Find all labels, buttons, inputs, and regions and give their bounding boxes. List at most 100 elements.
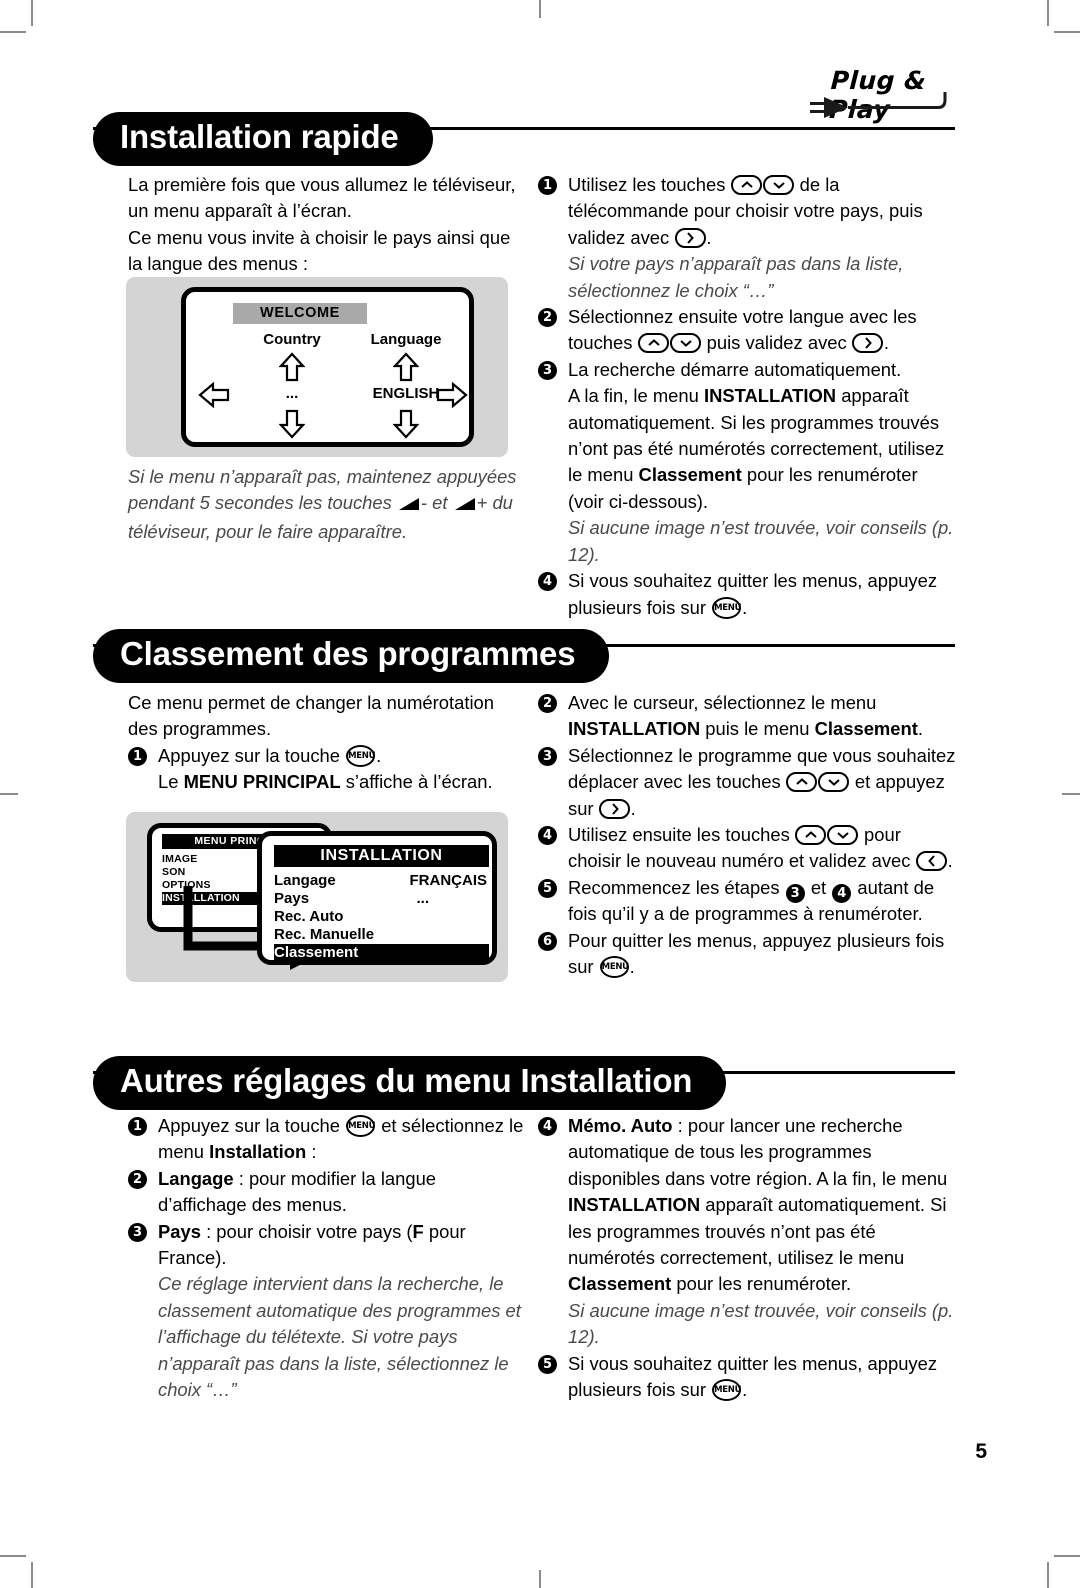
cursor-right-key-icon[interactable] <box>852 333 884 354</box>
step-note: Si aucune image n’est trouvée, voir cons… <box>568 1299 954 1348</box>
arrow-down-country-icon <box>279 409 305 439</box>
menu-key-icon[interactable]: MENU <box>346 1115 375 1137</box>
crop-mark-top-left-h <box>0 31 26 33</box>
step-note: Si aucune image n’est trouvée, voir cons… <box>568 517 954 565</box>
menu-key-icon[interactable]: MENU <box>346 744 375 767</box>
cursor-right-key-icon[interactable] <box>674 227 706 248</box>
menu-key-icon[interactable]: MENU <box>712 596 741 619</box>
menu-name-classement: Classement <box>638 464 742 486</box>
crop-mark-right-center <box>1062 793 1080 795</box>
arrow-left-icon <box>198 382 230 408</box>
menu-name-installation: Installation <box>209 1141 307 1163</box>
crop-mark-top-center <box>539 0 541 18</box>
step-text-a: Appuyez sur la touche <box>158 1115 346 1136</box>
step-number: 1 <box>538 176 557 195</box>
cursor-down-key-icon[interactable] <box>818 772 850 793</box>
row-label: Langage <box>274 872 336 889</box>
step-text-a: : pour choisir votre pays ( <box>200 1220 413 1242</box>
step-text-c: . <box>947 850 953 872</box>
step-text-a: Utilisez les touches <box>568 174 731 195</box>
step-number: 5 <box>538 878 557 898</box>
step-item: 6 Pour quitter les menus, appuyez plusie… <box>538 928 958 981</box>
menu-name-installation: INSTALLATION <box>568 718 701 740</box>
menu-key-icon[interactable]: MENU <box>599 956 629 979</box>
cursor-up-key-icon[interactable] <box>786 772 818 793</box>
menu-name-installation: INSTALLATION <box>568 1194 701 1216</box>
menu-navigation-diagram: MENU PRINCIPAL IMAGE SON OPTIONS INSTALL… <box>126 812 508 982</box>
arrow-down-language-icon <box>393 409 419 439</box>
crop-mark-bottom-left-h <box>0 1555 26 1557</box>
step-item: 4 Utilisez ensuite les touches pour choi… <box>538 822 958 875</box>
step-item: 1 Utilisez les touches de la télécommand… <box>538 172 958 304</box>
tv-screen-welcome: WELCOME Country Language ... ENGLISH <box>181 287 474 447</box>
welcome-screen-diagram: WELCOME Country Language ... ENGLISH <box>126 277 508 457</box>
cursor-down-key-icon[interactable] <box>763 175 795 195</box>
section-2-title: Classement des programmes <box>93 629 610 683</box>
section-1-right-column: 1 Utilisez les touches de la télécommand… <box>538 172 958 621</box>
step-number: 3 <box>538 360 557 380</box>
cursor-right-key-icon[interactable] <box>599 798 631 819</box>
step-item: 2 Sélectionnez ensuite votre langue avec… <box>538 304 958 357</box>
step-item: 3 Sélectionnez le programme que vous sou… <box>538 743 958 822</box>
menu-name-classement: Classement <box>568 1273 672 1295</box>
step-number: 3 <box>128 1222 147 1242</box>
tv-screen-installation-menu: INSTALLATION Langage FRANÇAIS Pays ... R… <box>257 831 497 965</box>
step-text-a: Utilisez ensuite les touches <box>568 824 795 846</box>
manual-page: Plug & Play Installation rapide La premi… <box>0 0 1080 1588</box>
cursor-up-key-icon[interactable] <box>731 175 763 195</box>
setting-name-pays: Pays <box>158 1220 201 1242</box>
cursor-down-key-icon[interactable] <box>827 825 859 846</box>
row-label: Classement <box>274 944 359 961</box>
section-1-intro-1: La première fois que vous allumez le tél… <box>128 174 516 222</box>
crop-mark-bottom-left-v <box>31 1562 33 1588</box>
step-text-a: Recommencez les étapes <box>568 876 785 898</box>
section-1-left-column: La première fois que vous allumez le tél… <box>128 172 528 278</box>
section-3-title: Autres réglages du menu Installation <box>93 1056 727 1110</box>
step-note: Ce réglage intervient dans la recherche,… <box>158 1273 521 1401</box>
section-1-banner: Installation rapide <box>93 112 955 166</box>
arrow-right-icon <box>436 382 468 408</box>
step-text-b: et <box>805 876 832 898</box>
step-text-a: Si vous souhaitez quitter les menus, app… <box>568 1352 938 1401</box>
installation-row-langage[interactable]: Langage FRANÇAIS <box>274 872 489 890</box>
step-text-a: Appuyez sur la touche <box>158 744 346 766</box>
step-text-c: . <box>630 797 636 819</box>
cursor-up-key-icon[interactable] <box>795 825 827 846</box>
crop-mark-bottom-right-h <box>1054 1555 1080 1557</box>
step-text-b: . <box>376 744 382 766</box>
crop-mark-left-center <box>0 793 18 795</box>
menu-key-icon[interactable]: MENU <box>712 1379 741 1402</box>
step-reference-4: 4 <box>832 883 852 903</box>
section-1-note: Si le menu n’apparaît pas, maintenez app… <box>128 464 528 545</box>
welcome-language-label: Language <box>370 331 442 348</box>
step-text-b: puis validez avec <box>701 332 852 354</box>
setting-name-langage: Langage <box>158 1167 234 1189</box>
step-item: 2 Langage : pour modifier la langue d’af… <box>128 1166 528 1219</box>
country-code-f: F <box>412 1220 424 1242</box>
installation-row-classement[interactable]: Classement <box>274 944 489 962</box>
step-text-b: . <box>629 956 635 978</box>
cursor-up-key-icon[interactable] <box>638 333 670 354</box>
step-item: 3 La recherche démarre automatiquement. … <box>538 357 958 568</box>
welcome-country-value: ... <box>285 385 299 402</box>
row-label: Rec. Manuelle <box>274 926 375 943</box>
installation-row-rec-auto[interactable]: Rec. Auto <box>274 908 489 926</box>
step-note: Si votre pays n’apparaît pas dans la lis… <box>568 253 904 301</box>
menu-name-classement: Classement <box>814 718 918 740</box>
cursor-left-key-icon[interactable] <box>916 851 948 872</box>
cursor-down-key-icon[interactable] <box>670 333 702 354</box>
step-text-c: . <box>706 226 712 248</box>
step-number: 5 <box>538 1354 557 1374</box>
section-2-intro: Ce menu permet de changer la numérotatio… <box>128 692 494 740</box>
step-text-d: s’affiche à l’écran. <box>340 771 493 793</box>
step-number: 4 <box>538 572 557 592</box>
installation-menu-title: INSTALLATION <box>274 845 489 867</box>
step-number: 3 <box>538 746 557 766</box>
installation-row-pays[interactable]: Pays ... <box>274 890 489 908</box>
welcome-country-label: Country <box>263 331 321 348</box>
step-text-a: Si vous souhaitez quitter les menus, app… <box>568 570 938 618</box>
step-number: 6 <box>538 931 557 951</box>
installation-row-rec-manuelle[interactable]: Rec. Manuelle <box>274 926 489 944</box>
step-text-c: Le <box>158 771 184 793</box>
step-text-b: . <box>742 1379 748 1401</box>
